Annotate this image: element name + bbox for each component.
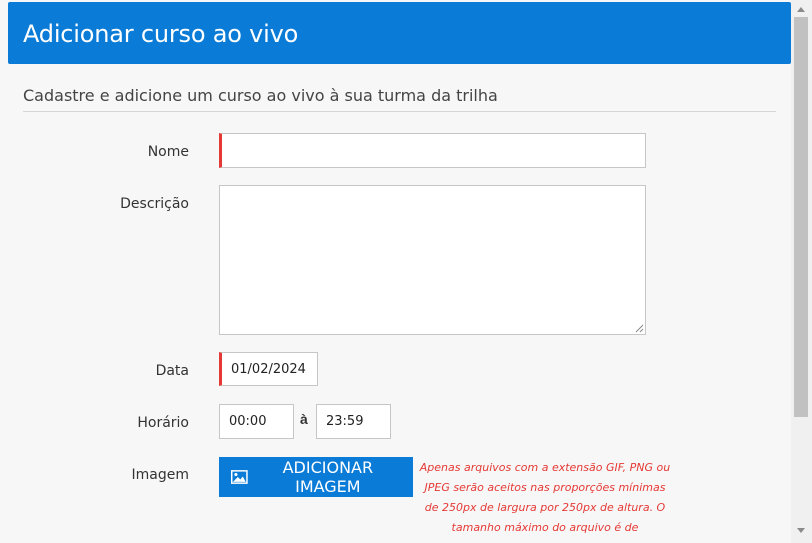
nome-input[interactable]	[219, 133, 646, 168]
add-image-button-label: ADICIONAR IMAGEM	[282, 458, 374, 496]
horario-start-input[interactable]: 00:00	[219, 404, 294, 439]
scroll-up-icon[interactable]	[797, 7, 805, 12]
scroll-thumb[interactable]	[794, 17, 808, 417]
data-label: Data	[155, 363, 189, 379]
horario-start-value: 00:00	[229, 414, 267, 429]
modal-header: Adicionar curso ao vivo	[8, 2, 791, 64]
horario-label: Horário	[137, 415, 189, 431]
modal-subtitle: Cadastre e adicione um curso ao vivo à s…	[23, 86, 498, 105]
resize-handle-icon[interactable]	[634, 323, 644, 333]
add-live-course-modal: Adicionar curso ao vivo Cadastre e adici…	[0, 0, 812, 543]
descricao-label: Descrição	[120, 196, 189, 212]
imagem-label: Imagem	[131, 467, 189, 483]
scrollbar[interactable]	[791, 0, 812, 543]
divider	[23, 111, 776, 112]
horario-separator: à	[300, 411, 308, 427]
descricao-textarea[interactable]	[219, 185, 646, 335]
image-icon	[231, 470, 248, 484]
horario-end-input[interactable]: 23:59	[316, 404, 391, 439]
horario-end-value: 23:59	[326, 414, 364, 429]
data-input[interactable]: 01/02/2024	[219, 352, 318, 386]
image-hint: Apenas arquivos com a extensão GIF, PNG …	[419, 461, 671, 534]
modal-title: Adicionar curso ao vivo	[23, 20, 299, 48]
add-image-button[interactable]: ADICIONAR IMAGEM	[219, 457, 413, 497]
scroll-down-icon[interactable]	[797, 528, 805, 533]
data-value: 01/02/2024	[231, 361, 306, 377]
nome-label: Nome	[147, 144, 189, 160]
